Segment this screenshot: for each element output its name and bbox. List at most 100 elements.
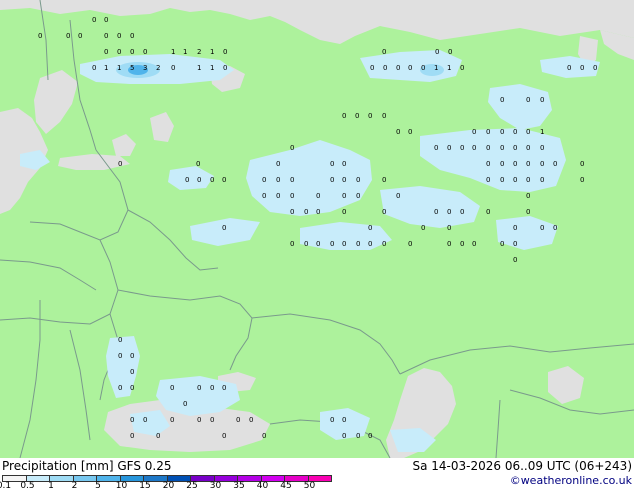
precipitation-value-label: 0 [290,144,294,152]
precipitation-value-label: 0 [486,144,490,152]
precipitation-value-label: 0 [540,160,544,168]
precipitation-value-label: 0 [104,48,108,56]
precipitation-value-label: 0 [368,240,372,248]
precipitation-value-label: 0 [553,160,557,168]
precipitation-value-label: 0 [222,432,226,440]
precipitation-value-label: 0 [342,208,346,216]
precipitation-value-label: 0 [580,160,584,168]
precipitation-value-label: 0 [580,176,584,184]
precipitation-value-label: 0 [513,224,517,232]
precipitation-value-label: 0 [370,64,374,72]
precipitation-value-label: 0 [197,384,201,392]
precipitation-value-label: 2 [197,48,201,56]
precipitation-value-label: 0 [117,48,121,56]
precipitation-value-label: 0 [513,144,517,152]
precipitation-value-label: 0 [276,176,280,184]
precipitation-value-label: 0 [526,176,530,184]
precipitation-map: 0000000000001121001153201100000011000000… [0,0,634,458]
precipitation-value-label: 0 [262,176,266,184]
precipitation-value-label: 0 [210,384,214,392]
precipitation-value-label: 0 [486,160,490,168]
precipitation-value-label: 0 [593,64,597,72]
precipitation-value-label: 0 [330,160,334,168]
precipitation-value-label: 0 [342,240,346,248]
precipitation-value-label: 0 [117,32,121,40]
precipitation-value-label: 0 [290,240,294,248]
precipitation-value-label: 0 [368,432,372,440]
precipitation-value-label: 0 [290,176,294,184]
precipitation-value-label: 1 [183,48,187,56]
precipitation-value-label: 0 [447,144,451,152]
precipitation-value-label: 0 [447,224,451,232]
precipitation-value-label: 0 [222,176,226,184]
precipitation-value-label: 0 [104,32,108,40]
precipitation-value-label: 0 [500,176,504,184]
precipitation-value-label: 0 [486,208,490,216]
precipitation-value-label: 0 [460,144,464,152]
precipitation-value-label: 0 [104,16,108,24]
precipitation-value-label: 0 [382,208,386,216]
precipitation-value-label: 0 [171,64,175,72]
precipitation-value-label: 0 [486,176,490,184]
precipitation-value-label: 0 [304,240,308,248]
precipitation-value-label: 1 [117,64,121,72]
precipitation-value-label: 0 [185,176,189,184]
precipitation-value-label: 0 [316,208,320,216]
precipitation-value-label: 0 [262,192,266,200]
precipitation-value-label: 0 [500,128,504,136]
precipitation-value-label: 0 [130,432,134,440]
precipitation-value-label: 0 [472,144,476,152]
precipitation-value-label: 0 [526,208,530,216]
precipitation-value-label: 1 [210,48,214,56]
precipitation-value-label: 0 [460,64,464,72]
precipitation-value-label: 0 [472,240,476,248]
precipitation-value-label: 0 [197,176,201,184]
precipitation-value-label: 0 [396,64,400,72]
precipitation-value-label: 0 [130,48,134,56]
precipitation-value-label: 0 [526,96,530,104]
precipitation-value-label: 0 [472,128,476,136]
precipitation-value-label: 0 [118,336,122,344]
precipitation-value-label: 0 [130,32,134,40]
precipitation-value-label: 0 [540,224,544,232]
precipitation-value-label: 0 [513,256,517,264]
precipitation-value-label: 0 [342,176,346,184]
precipitation-value-label: 0 [355,112,359,120]
precipitation-value-label: 0 [447,240,451,248]
precipitation-value-label: 0 [356,192,360,200]
precipitation-value-label: 0 [435,48,439,56]
precipitation-value-label: 0 [170,384,174,392]
precipitation-value-label: 0 [130,384,134,392]
precipitation-value-label: 0 [567,64,571,72]
precipitation-value-label: 0 [92,16,96,24]
precipitation-value-label: 0 [580,64,584,72]
precipitation-value-label: 5 [130,64,134,72]
legend-title: Precipitation [mm] GFS 0.25 [2,459,172,473]
precipitation-value-label: 0 [130,368,134,376]
precipitation-value-label: 0 [382,240,386,248]
precipitation-value-label: 0 [262,432,266,440]
credit-link[interactable]: ©weatheronline.co.uk [510,474,632,487]
precipitation-value-label: 3 [143,64,147,72]
precipitation-value-label: 0 [526,144,530,152]
precipitation-value-label: 0 [356,432,360,440]
precipitation-value-label: 0 [526,160,530,168]
precipitation-value-label: 1 [434,64,438,72]
precipitation-value-label: 0 [156,432,160,440]
legend-footer: Precipitation [mm] GFS 0.25 Sa 14-03-202… [0,458,634,491]
precipitation-value-label: 0 [276,160,280,168]
precipitation-value-label: 0 [342,160,346,168]
precipitation-value-label: 0 [276,192,280,200]
precipitation-value-label: 0 [330,240,334,248]
precipitation-value-label: 0 [513,128,517,136]
precipitation-value-label: 0 [316,192,320,200]
precipitation-value-label: 1 [540,128,544,136]
precipitation-value-label: 0 [500,144,504,152]
precipitation-value-label: 0 [500,160,504,168]
precipitation-value-label: 0 [183,400,187,408]
precipitation-value-label: 0 [316,240,320,248]
precipitation-value-label: 0 [290,208,294,216]
precipitation-value-label: 0 [421,224,425,232]
precipitation-value-label: 0 [196,160,200,168]
precipitation-value-label: 0 [513,240,517,248]
